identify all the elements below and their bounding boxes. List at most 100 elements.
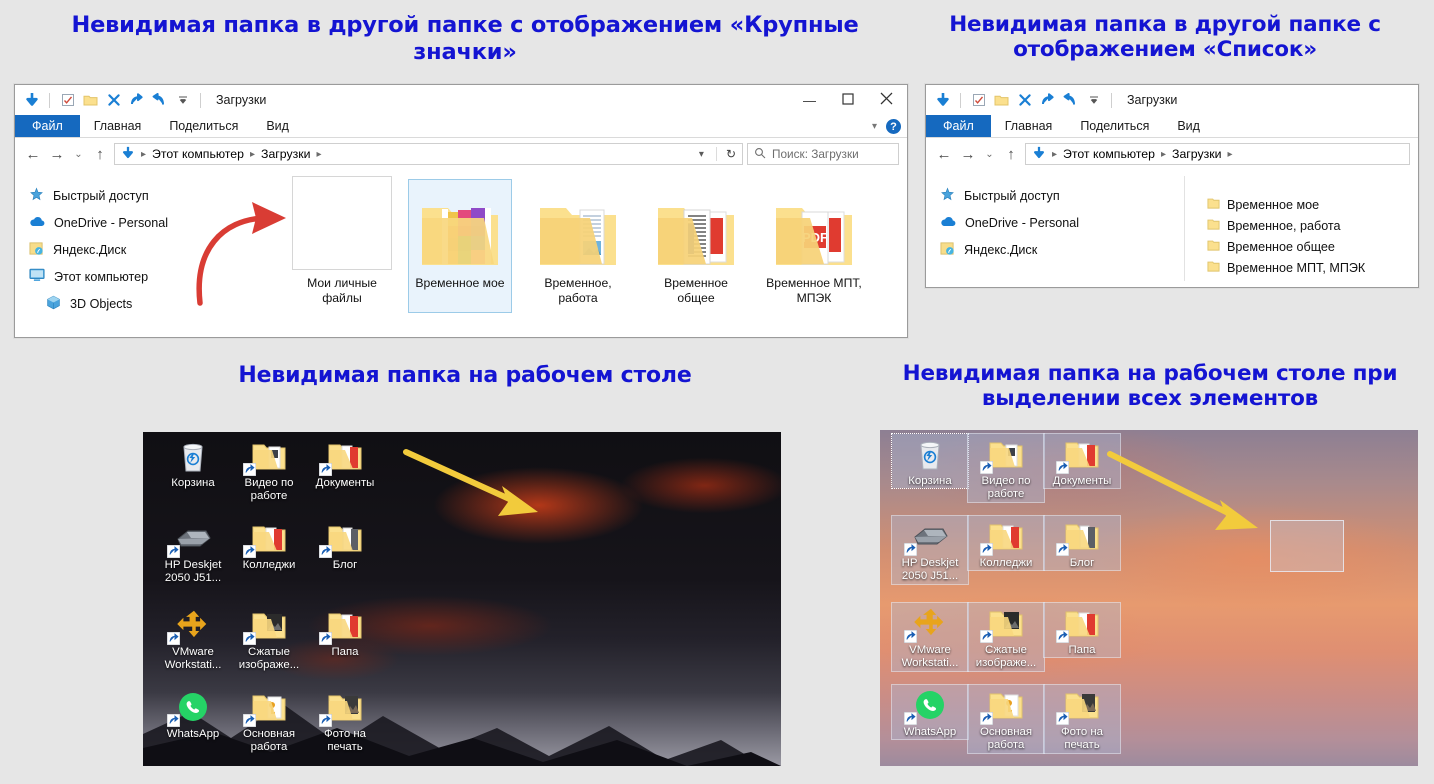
sidebar-item-onedrive[interactable]: OneDrive - Personal [940, 209, 1184, 236]
desktop-icon[interactable]: Сжатые изображе... [967, 602, 1045, 672]
new-folder-icon[interactable] [82, 92, 99, 109]
desktop-icon[interactable]: Видео по работе [231, 436, 307, 504]
desktop-icon[interactable]: Корзина [891, 432, 969, 490]
tab-view[interactable]: Вид [1163, 115, 1214, 137]
navigation-pane-2[interactable]: Быстрый доступ OneDrive - Personal Яндек… [926, 170, 1184, 287]
desktop-screenshot-normal[interactable]: Корзина Видео по работе Документы HP Deskje… [143, 432, 781, 766]
breadcrumb-downloads[interactable]: Загрузки [261, 147, 311, 161]
desktop-icon[interactable]: Сжатые изображе... [231, 605, 307, 673]
recent-locations-icon[interactable]: ⌄ [71, 143, 86, 165]
desktop-icon[interactable]: HP Deskjet 2050 J51... [891, 515, 969, 585]
file-tile-common[interactable]: Временное общее [645, 180, 747, 312]
desktop-icon[interactable]: Папа [307, 605, 383, 659]
tab-file[interactable]: Файл [926, 115, 991, 137]
desktop-icon[interactable]: Фото на печать [307, 687, 383, 755]
desktop-icon[interactable]: Основная работа [967, 684, 1045, 754]
desktop-icon[interactable]: HP Deskjet 2050 J51... [155, 518, 231, 586]
desktop-icon[interactable]: Фото на печать [1043, 684, 1121, 754]
tab-view[interactable]: Вид [252, 115, 303, 137]
desktop-icon[interactable]: Документы [307, 436, 383, 490]
desktop-icon[interactable]: VMware Workstati... [891, 602, 969, 672]
redo-icon[interactable] [128, 92, 145, 109]
undo-icon[interactable] [1062, 92, 1079, 109]
navigation-pane[interactable]: Быстрый доступ OneDrive - Personal Яндек… [15, 170, 277, 337]
tab-file[interactable]: Файл [15, 115, 80, 137]
breadcrumb[interactable]: ▸ Этот компьютер ▸ Загрузки ▸ [1025, 143, 1410, 165]
tab-share[interactable]: Поделиться [155, 115, 252, 137]
quick-access-toolbar[interactable]: Загрузки — [15, 85, 907, 115]
help-button[interactable]: ? [886, 119, 901, 134]
desktop-icon[interactable]: Видео по работе [967, 433, 1045, 503]
sidebar-item-onedrive[interactable]: OneDrive - Personal [29, 209, 277, 236]
breadcrumb-this-pc[interactable]: Этот компьютер [152, 147, 244, 161]
search-input[interactable]: Поиск: Загрузки [747, 143, 899, 165]
back-button[interactable]: ← [934, 143, 954, 165]
explorer-window-large-icons[interactable]: Загрузки — Файл Главная Поделиться Вид ▾… [14, 84, 908, 338]
refresh-icon[interactable]: ↻ [715, 147, 736, 161]
desktop-icon[interactable]: Документы [1043, 432, 1121, 490]
file-list-area-2[interactable]: Временное мое Временное, работа Временно… [1185, 170, 1418, 287]
file-list-area[interactable]: Мои личные файлы Временное мое Временное… [196, 170, 907, 337]
desktop-screenshot-selected[interactable]: Корзина Видео по работе Документы HP Deskje… [880, 430, 1418, 766]
tab-share[interactable]: Поделиться [1066, 115, 1163, 137]
list-item[interactable]: Временное общее [1207, 236, 1418, 257]
back-button[interactable]: ← [23, 143, 43, 165]
sidebar-item-3d-objects[interactable]: 3D Objects [29, 290, 277, 317]
forward-button[interactable]: → [47, 143, 67, 165]
breadcrumb-downloads[interactable]: Загрузки [1172, 147, 1222, 161]
customize-chevron-icon[interactable] [174, 92, 191, 109]
desktop-icon[interactable]: VMware Workstati... [155, 605, 231, 673]
ribbon-tabs[interactable]: Файл Главная Поделиться Вид ▾ ? [15, 115, 907, 138]
tab-home[interactable]: Главная [991, 115, 1067, 137]
file-tile-selected[interactable]: Временное мое [408, 179, 512, 313]
address-bar[interactable]: ← → ⌄ ↑ ▸ Этот компьютер ▸ Загрузки ▸ ▾ … [15, 138, 907, 170]
ribbon-collapse-icon[interactable]: ▾ [872, 121, 877, 132]
address-dropdown-icon[interactable]: ▾ [693, 149, 710, 160]
sidebar-item-yandex-disk[interactable]: Яндекс.Диск [940, 236, 1184, 263]
desktop-icon[interactable]: Блог [1043, 514, 1121, 572]
ribbon-tabs-2[interactable]: Файл Главная Поделиться Вид [926, 115, 1418, 138]
new-folder-icon[interactable] [993, 92, 1010, 109]
desktop-icon[interactable]: Блог [307, 518, 383, 572]
downloads-arrow-icon[interactable] [934, 92, 951, 109]
list-item[interactable]: Временное МПТ, МПЭК [1207, 257, 1418, 278]
redo-icon[interactable] [1039, 92, 1056, 109]
invisible-folder-highlight[interactable] [1270, 520, 1344, 572]
desktop-icon[interactable]: Колледжи [967, 514, 1045, 572]
recent-locations-icon[interactable]: ⌄ [982, 143, 997, 165]
desktop-icon[interactable]: Корзина [155, 436, 231, 490]
properties-icon[interactable] [59, 92, 76, 109]
downloads-arrow-icon[interactable] [23, 92, 40, 109]
properties-icon[interactable] [970, 92, 987, 109]
desktop-icon[interactable]: Папа [1043, 601, 1121, 659]
breadcrumb-this-pc[interactable]: Этот компьютер [1063, 147, 1155, 161]
delete-icon[interactable] [1016, 92, 1033, 109]
quick-access-toolbar-2[interactable]: Загрузки [926, 85, 1418, 115]
explorer-window-list-view[interactable]: Загрузки Файл Главная Поделиться Вид ← →… [925, 84, 1419, 288]
undo-icon[interactable] [151, 92, 168, 109]
customize-chevron-icon[interactable] [1085, 92, 1102, 109]
desktop-icon[interactable]: WhatsApp [891, 683, 969, 741]
list-item[interactable]: Временное, работа [1207, 215, 1418, 236]
sidebar-item-yandex-disk[interactable]: Яндекс.Диск [29, 236, 277, 263]
file-tile-mpt[interactable]: PDF Временное МПТ, МПЭК [763, 180, 865, 312]
close-button[interactable] [880, 92, 893, 108]
tab-home[interactable]: Главная [80, 115, 156, 137]
sidebar-item-quick-access[interactable]: Быстрый доступ [29, 182, 277, 209]
address-bar-2[interactable]: ← → ⌄ ↑ ▸ Этот компьютер ▸ Загрузки ▸ [926, 138, 1418, 170]
file-tile-invisible[interactable]: Мои личные файлы [291, 176, 393, 312]
maximize-button[interactable] [842, 92, 854, 108]
up-button[interactable]: ↑ [90, 143, 110, 165]
list-item[interactable]: Временное мое [1207, 194, 1418, 215]
minimize-button[interactable]: — [803, 93, 816, 108]
sidebar-item-quick-access[interactable]: Быстрый доступ [940, 182, 1184, 209]
forward-button[interactable]: → [958, 143, 978, 165]
desktop-icon[interactable]: Основная работа [231, 687, 307, 755]
desktop-icon[interactable]: WhatsApp [155, 687, 231, 741]
desktop-icon[interactable]: Колледжи [231, 518, 307, 572]
up-button[interactable]: ↑ [1001, 143, 1021, 165]
delete-icon[interactable] [105, 92, 122, 109]
file-tile-work[interactable]: Временное, работа [527, 180, 629, 312]
sidebar-item-this-pc[interactable]: Этот компьютер [29, 263, 277, 290]
breadcrumb[interactable]: ▸ Этот компьютер ▸ Загрузки ▸ ▾ ↻ [114, 143, 743, 165]
